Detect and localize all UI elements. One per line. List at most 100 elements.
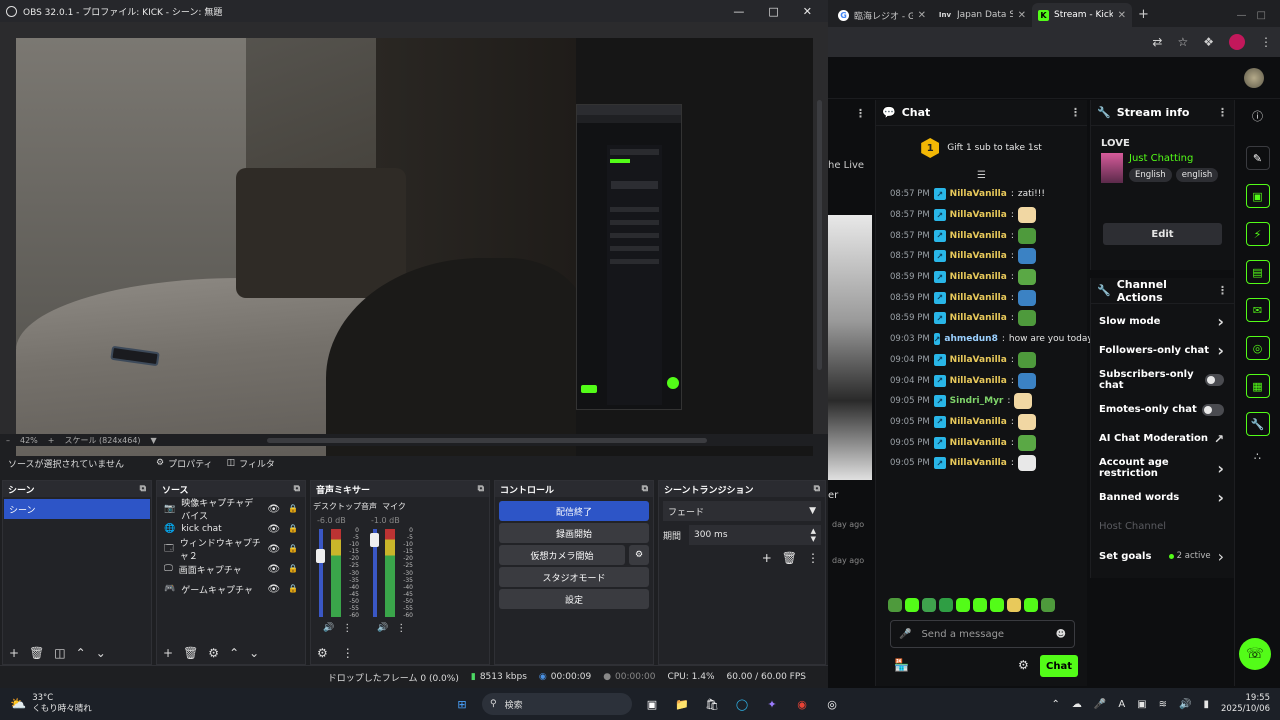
emoji-icon[interactable]: ☻ <box>1056 629 1066 640</box>
toggle-switch[interactable] <box>1202 403 1224 416</box>
zoom-in-button[interactable]: + <box>48 436 55 445</box>
shop-icon[interactable]: 🏪 <box>894 658 909 672</box>
fader-knob[interactable] <box>316 549 325 563</box>
visibility-eye-icon[interactable]: 👁 <box>267 564 280 575</box>
document-icon[interactable]: ▤ <box>1245 260 1270 284</box>
action-ai-chat-moderation[interactable]: AI Chat Moderation ↗ <box>1091 424 1234 453</box>
channel-menu-icon[interactable]: ⋮ <box>396 623 406 634</box>
lock-icon[interactable]: 🔒 <box>288 504 298 515</box>
chrome-icon[interactable]: ◉ <box>792 694 812 714</box>
chat-menu-icon[interactable]: ⋮ <box>1070 106 1081 119</box>
channel-menu-icon[interactable]: ⋮ <box>342 623 352 634</box>
dock-float-icon[interactable]: ⧉ <box>140 484 146 494</box>
edit-stream-button[interactable]: Edit <box>1103 223 1222 245</box>
source-item[interactable]: 🎮 ゲームキャプチャ 👁 🔒 <box>157 579 305 599</box>
info-icon[interactable]: ⓘ <box>1235 108 1280 124</box>
broadcast-icon[interactable]: ◎ <box>1245 336 1270 360</box>
lock-icon[interactable]: 🔒 <box>288 564 298 575</box>
close-tab-icon[interactable]: ✕ <box>918 10 926 21</box>
category-link[interactable]: Just Chatting <box>1129 153 1218 164</box>
zoom-out-button[interactable]: – <box>6 436 10 445</box>
username[interactable]: NillaVanilla <box>950 272 1007 282</box>
emote-shortcut[interactable] <box>905 598 919 612</box>
scene-filter-icon[interactable]: ◫ <box>54 646 65 660</box>
action-subscribers-only-chat[interactable]: Subscribers-only chat <box>1091 366 1234 395</box>
volume-icon[interactable]: 🔊 <box>1179 699 1191 710</box>
onedrive-icon[interactable]: ☁ <box>1072 699 1082 710</box>
lightning-icon[interactable]: ⚡ <box>1245 222 1270 246</box>
tag-english[interactable]: English <box>1129 168 1172 182</box>
action-set-goals[interactable]: Set goals 2 active › <box>1091 541 1234 570</box>
toggle-switch[interactable] <box>1205 374 1224 387</box>
emote-shortcut[interactable] <box>888 598 902 612</box>
username[interactable]: NillaVanilla <box>950 458 1007 468</box>
horizontal-scrollbar[interactable] <box>266 437 707 443</box>
emote-shortcut[interactable] <box>939 598 953 612</box>
vertical-scrollbar[interactable] <box>817 100 822 370</box>
browser-menu-icon[interactable]: ⋮ <box>1260 35 1272 49</box>
close-button[interactable]: ✕ <box>803 5 812 18</box>
clip-icon[interactable]: ▣ <box>1245 184 1270 208</box>
browser-maximize-button[interactable]: □ <box>1257 10 1280 27</box>
username[interactable]: NillaVanilla <box>950 293 1007 303</box>
add-scene-button[interactable]: + <box>9 646 19 660</box>
browser-minimize-button[interactable]: — <box>1237 10 1257 27</box>
lock-icon[interactable]: 🔒 <box>288 544 298 555</box>
visibility-eye-icon[interactable]: 👁 <box>267 504 280 515</box>
edge-icon[interactable]: ◯ <box>732 694 752 714</box>
username[interactable]: NillaVanilla <box>950 210 1007 220</box>
username[interactable]: NillaVanilla <box>950 355 1007 365</box>
volume-fader[interactable] <box>319 529 323 617</box>
action-followers-only-chat[interactable]: Followers-only chat › <box>1091 336 1234 365</box>
dock-float-icon[interactable]: ⧉ <box>478 484 484 494</box>
edit-icon[interactable]: ✎ <box>1245 146 1270 170</box>
tag-english-lower[interactable]: english <box>1175 168 1219 182</box>
dock-float-icon[interactable]: ⧉ <box>814 484 820 494</box>
channel-actions-menu-icon[interactable]: ⋮ <box>1217 284 1228 297</box>
tab-kick[interactable]: K Stream - Kick ✕ <box>1032 3 1132 27</box>
obs-taskbar-icon[interactable]: ◎ <box>822 694 842 714</box>
user-avatar[interactable] <box>1244 68 1264 88</box>
transition-menu-icon[interactable]: ⋮ <box>807 551 819 565</box>
visibility-eye-icon[interactable]: 👁 <box>267 524 280 535</box>
move-down-icon[interactable]: ⌄ <box>249 646 259 660</box>
start-recording-button[interactable]: 録画開始 <box>499 523 649 543</box>
dock-float-icon[interactable]: ⧉ <box>294 484 300 494</box>
action-banned-words[interactable]: Banned words › <box>1091 483 1234 512</box>
properties-button[interactable]: ⚙ プロパティ <box>156 457 213 470</box>
new-tab-button[interactable]: + <box>1132 7 1155 27</box>
move-up-icon[interactable]: ⌃ <box>229 646 239 660</box>
clock[interactable]: 19:55 2025/10/06 <box>1221 693 1270 715</box>
filters-button[interactable]: ◫ フィルタ <box>227 457 275 470</box>
mixer-settings-icon[interactable]: ⚙ <box>317 646 328 660</box>
ime-indicator[interactable]: A <box>1118 699 1125 710</box>
scene-item[interactable]: シーン <box>4 499 150 519</box>
minimize-button[interactable]: — <box>733 5 744 18</box>
wifi-icon[interactable]: ≋ <box>1159 699 1167 710</box>
search-box[interactable]: ⚲ 検索 <box>482 693 632 715</box>
source-item[interactable]: 🗔 ウィンドウキャプチャ２ 👁 🔒 <box>157 539 305 562</box>
tools-icon[interactable]: 🔧 <box>1245 412 1270 436</box>
emote-shortcut[interactable] <box>956 598 970 612</box>
username[interactable]: NillaVanilla <box>950 438 1007 448</box>
translate-icon[interactable]: ⇄ <box>1152 35 1162 49</box>
microphone-icon[interactable]: 🎤 <box>899 629 911 640</box>
bookmark-star-icon[interactable]: ☆ <box>1177 35 1188 49</box>
settings-button[interactable]: 設定 <box>499 589 649 609</box>
action-emotes-only-chat[interactable]: Emotes-only chat <box>1091 395 1234 424</box>
action-slow-mode[interactable]: Slow mode › <box>1091 307 1234 336</box>
add-transition-button[interactable]: + <box>762 551 772 565</box>
move-down-icon[interactable]: ⌄ <box>96 646 106 660</box>
remove-scene-icon[interactable]: 🗑 <box>29 646 44 660</box>
emote-shortcut[interactable] <box>1007 598 1021 612</box>
lock-icon[interactable]: 🔒 <box>288 524 298 535</box>
fader-knob[interactable] <box>370 533 379 547</box>
lock-icon[interactable]: 🔒 <box>288 584 298 595</box>
message-input[interactable]: 🎤 Send a message ☻ <box>890 620 1075 648</box>
username[interactable]: NillaVanilla <box>950 313 1007 323</box>
move-up-icon[interactable]: ⌃ <box>76 646 86 660</box>
more-dots-icon[interactable]: ∴ <box>1235 450 1280 463</box>
mixer-menu-icon[interactable]: ⋮ <box>342 646 354 660</box>
close-tab-icon[interactable]: ✕ <box>1018 10 1026 21</box>
mic-tray-icon[interactable]: 🎤 <box>1094 699 1106 710</box>
